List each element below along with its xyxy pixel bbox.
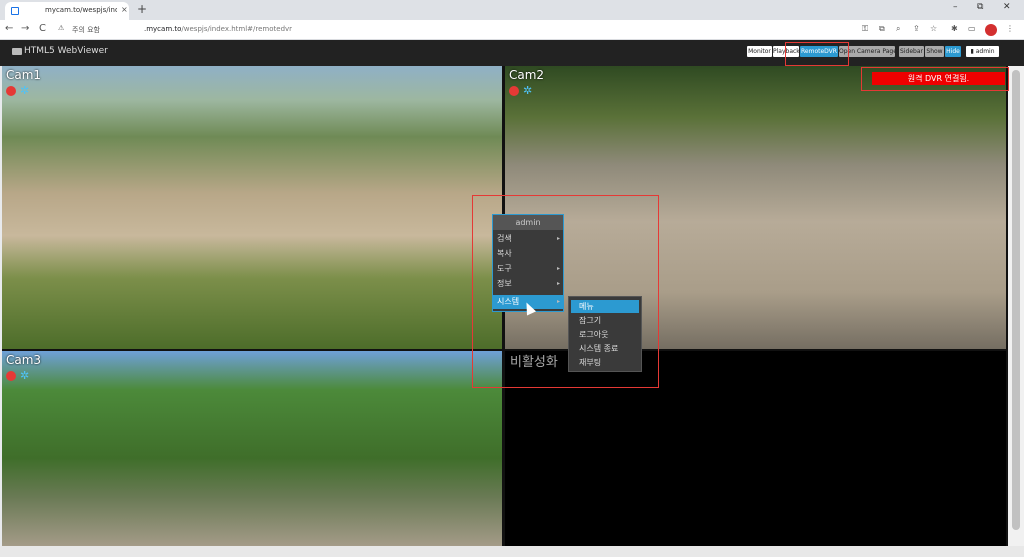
camera-tile-3[interactable]: Cam3 ✲ bbox=[2, 351, 502, 546]
tab-favicon-icon bbox=[11, 7, 19, 15]
bottom-bar bbox=[0, 546, 1024, 557]
submenu-item-shutdown[interactable]: 시스템 종료 bbox=[571, 342, 639, 355]
new-tab-button[interactable]: + bbox=[137, 2, 147, 16]
tab-close-icon[interactable]: × bbox=[121, 5, 128, 14]
back-button[interactable]: ← bbox=[5, 23, 13, 34]
key-icon[interactable]: ⚿ bbox=[862, 24, 868, 34]
extensions-icon[interactable]: ✱ bbox=[951, 24, 958, 33]
browser-tabstrip: mycam.to/wespjs/index × + – ⧉ ✕ bbox=[0, 0, 1024, 20]
camera-tile-1[interactable]: Cam1 ✲ bbox=[2, 66, 502, 349]
chevron-right-icon: ▸ bbox=[556, 298, 560, 305]
sidebar-icon[interactable]: ▭ bbox=[968, 24, 976, 33]
user-button[interactable]: ▮ admin bbox=[966, 46, 999, 57]
submenu-item-logout[interactable]: 로그아웃 bbox=[571, 328, 639, 341]
record-icon bbox=[509, 86, 519, 96]
restore-button[interactable]: ⧉ bbox=[977, 2, 983, 12]
user-name: admin bbox=[975, 48, 995, 55]
motion-icon: ✲ bbox=[523, 84, 533, 97]
monitor-button[interactable]: Monitor bbox=[747, 46, 772, 57]
camera-label: Cam2 bbox=[509, 68, 545, 82]
motion-icon: ✲ bbox=[20, 369, 30, 382]
reload-button[interactable]: C bbox=[39, 23, 46, 34]
submenu-item-lock[interactable]: 잠그기 bbox=[571, 314, 639, 327]
menu-item-search[interactable]: 검색 ▸ bbox=[493, 232, 563, 246]
record-icon bbox=[6, 86, 16, 96]
browser-tab[interactable]: mycam.to/wespjs/index × bbox=[5, 2, 129, 20]
sidebar-hide-button[interactable]: Hide bbox=[945, 46, 961, 57]
chevron-right-icon: ▸ bbox=[556, 235, 560, 242]
camera-icon bbox=[12, 48, 22, 55]
url-host: .mycam.to bbox=[144, 25, 182, 33]
close-window-button[interactable]: ✕ bbox=[1003, 2, 1011, 12]
minimize-button[interactable]: – bbox=[953, 2, 958, 12]
url-text[interactable]: .mycam.to/wespjs/index.html#/remotedvr bbox=[144, 25, 292, 33]
forward-button[interactable]: → bbox=[21, 23, 29, 34]
tab-title: mycam.to/wespjs/index bbox=[45, 6, 117, 14]
highlight-box-alert bbox=[861, 67, 1009, 91]
browser-toolbar: ← → C ⚠ 주의 요함 .mycam.to/wespjs/index.htm… bbox=[0, 20, 1024, 40]
menu-item-tools[interactable]: 도구 ▸ bbox=[493, 262, 563, 276]
zoom-icon[interactable]: ⌕ bbox=[896, 24, 900, 34]
menu-item-label: 도구 bbox=[497, 264, 512, 273]
record-icon bbox=[6, 371, 16, 381]
security-label[interactable]: 주의 요함 bbox=[72, 25, 100, 35]
app-header: HTML5 WebViewer Monitor Playback RemoteD… bbox=[0, 40, 1024, 66]
scrollbar-thumb[interactable] bbox=[1012, 70, 1020, 530]
address-bar[interactable]: ⚠ 주의 요함 .mycam.to/wespjs/index.html#/rem… bbox=[54, 23, 914, 37]
screen: mycam.to/wespjs/index × + – ⧉ ✕ ← → C ⚠ … bbox=[0, 0, 1024, 557]
camera-label: Cam1 bbox=[6, 68, 42, 82]
menu-item-label: 시스템 bbox=[497, 297, 520, 306]
submenu-item-menu[interactable]: 메뉴 bbox=[571, 300, 639, 313]
profile-avatar[interactable] bbox=[985, 24, 997, 36]
submenu-item-reboot[interactable]: 재부팅 bbox=[571, 356, 639, 369]
app-title: HTML5 WebViewer bbox=[24, 46, 108, 56]
context-menu: admin 검색 ▸ 복사 도구 ▸ 정보 ▸ 시스템 ▸ bbox=[492, 214, 564, 312]
camera-label: Cam3 bbox=[6, 353, 42, 367]
menu-item-label: 복사 bbox=[497, 249, 512, 258]
menu-item-label: 검색 bbox=[497, 234, 512, 243]
sidebar-label: Sidebar bbox=[899, 46, 924, 57]
star-icon[interactable]: ☆ bbox=[930, 24, 937, 33]
warning-icon[interactable]: ⚠ bbox=[58, 24, 64, 32]
menu-item-info[interactable]: 정보 ▸ bbox=[493, 277, 563, 291]
share-icon[interactable]: ⇪ bbox=[913, 24, 920, 33]
menu-item-label: 정보 bbox=[497, 279, 512, 288]
menu-item-copy[interactable]: 복사 bbox=[493, 247, 563, 261]
system-submenu: 메뉴 잠그기 로그아웃 시스템 종료 재부팅 bbox=[568, 296, 642, 372]
context-menu-header: admin bbox=[493, 215, 563, 230]
sidebar-show-button[interactable]: Show bbox=[925, 46, 944, 57]
url-path: /wespjs/index.html#/remotedvr bbox=[181, 25, 293, 33]
motion-icon: ✲ bbox=[20, 84, 30, 97]
chevron-right-icon: ▸ bbox=[556, 265, 560, 272]
translate-icon[interactable]: ⧉ bbox=[879, 24, 885, 34]
highlight-box-remotedvr bbox=[785, 42, 849, 66]
vertical-scrollbar[interactable] bbox=[1008, 66, 1024, 546]
chevron-right-icon: ▸ bbox=[556, 280, 560, 287]
menu-icon[interactable]: ⋮ bbox=[1006, 24, 1014, 33]
